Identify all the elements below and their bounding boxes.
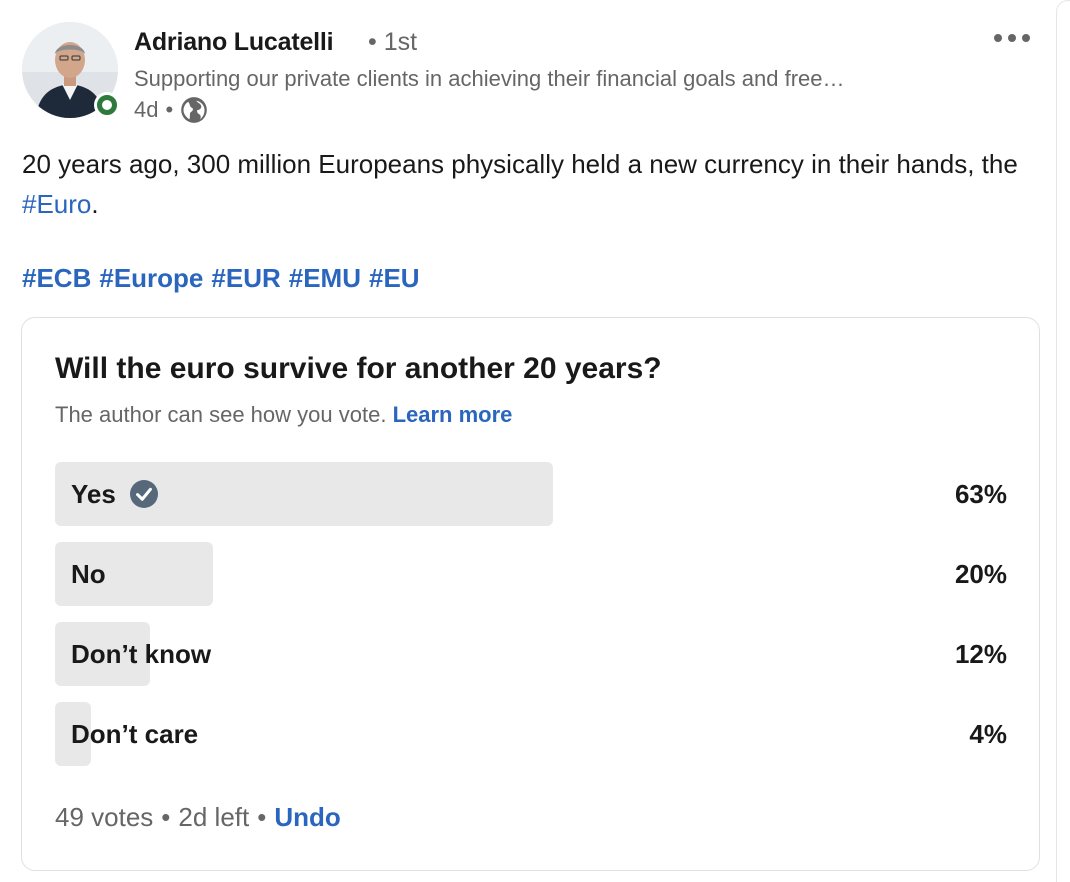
hashtag-eu[interactable]: #EU	[369, 263, 420, 294]
footer-separator: •	[161, 802, 171, 832]
vote-count: 49 votes	[55, 802, 154, 832]
footer-separator: •	[257, 802, 267, 832]
online-status-icon	[94, 92, 120, 118]
time-left: 2d left	[178, 802, 250, 832]
author-name[interactable]: Adriano Lucatelli	[134, 28, 334, 57]
poll-option-percent: 12%	[954, 638, 1007, 669]
hashtag-europe[interactable]: #Europe	[99, 263, 203, 294]
poll-option-label: Don’t know	[71, 622, 211, 686]
undo-vote-button[interactable]: Undo	[274, 802, 340, 833]
poll-note-text: The author can see how you vote.	[55, 402, 387, 427]
globe-icon	[181, 97, 208, 123]
poll-option-dont-know[interactable]: Don’t know 12%	[55, 622, 1007, 686]
poll-card: Will the euro survive for another 20 yea…	[21, 317, 1040, 871]
author-avatar[interactable]	[22, 22, 120, 118]
author-headline: Supporting our private clients in achiev…	[134, 66, 845, 91]
poll-option-text: Yes	[71, 478, 116, 509]
connection-degree: • 1st	[368, 28, 418, 56]
poll-question: Will the euro survive for another 20 yea…	[55, 352, 662, 385]
poll-option-label: Yes	[71, 462, 158, 526]
poll-option-no[interactable]: No 20%	[55, 542, 1007, 606]
poll-option-percent: 4%	[969, 718, 1007, 749]
poll-option-yes[interactable]: Yes 63%	[55, 462, 1007, 526]
poll-option-text: Don’t know	[71, 638, 212, 669]
hashtag-emu[interactable]: #EMU	[289, 263, 361, 294]
post-text-body: 20 years ago, 300 million Europeans phys…	[22, 149, 1018, 179]
poll-option-percent: 20%	[954, 558, 1007, 589]
poll-privacy-note: The author can see how you vote. Learn m…	[55, 402, 512, 428]
card-edge	[1056, 0, 1070, 882]
post-text-end: .	[91, 189, 99, 219]
post-age: 4d	[134, 97, 159, 122]
poll-option-text: No	[71, 558, 106, 589]
hashtag-list: #ECB #Europe #EUR #EMU #EU	[22, 263, 420, 294]
hashtag-ecb[interactable]: #ECB	[22, 263, 91, 294]
post-text: 20 years ago, 300 million Europeans phys…	[22, 144, 1032, 224]
learn-more-link[interactable]: Learn more	[393, 402, 513, 427]
poll-option-label: Don’t care	[71, 702, 198, 766]
check-circle-icon	[129, 480, 158, 508]
meta-separator: •	[165, 97, 174, 122]
post-meta: 4d •	[134, 96, 208, 124]
poll-footer: 49 votes • 2d left • Undo	[55, 802, 341, 833]
more-options-icon[interactable]	[992, 30, 1032, 46]
hashtag-euro[interactable]: #Euro	[22, 189, 91, 219]
poll-option-label: No	[71, 542, 106, 606]
poll-option-dont-care[interactable]: Don’t care 4%	[55, 702, 1007, 766]
poll-option-text: Don’t care	[71, 718, 199, 749]
poll-option-percent: 63%	[954, 478, 1007, 509]
hashtag-eur[interactable]: #EUR	[211, 263, 280, 294]
